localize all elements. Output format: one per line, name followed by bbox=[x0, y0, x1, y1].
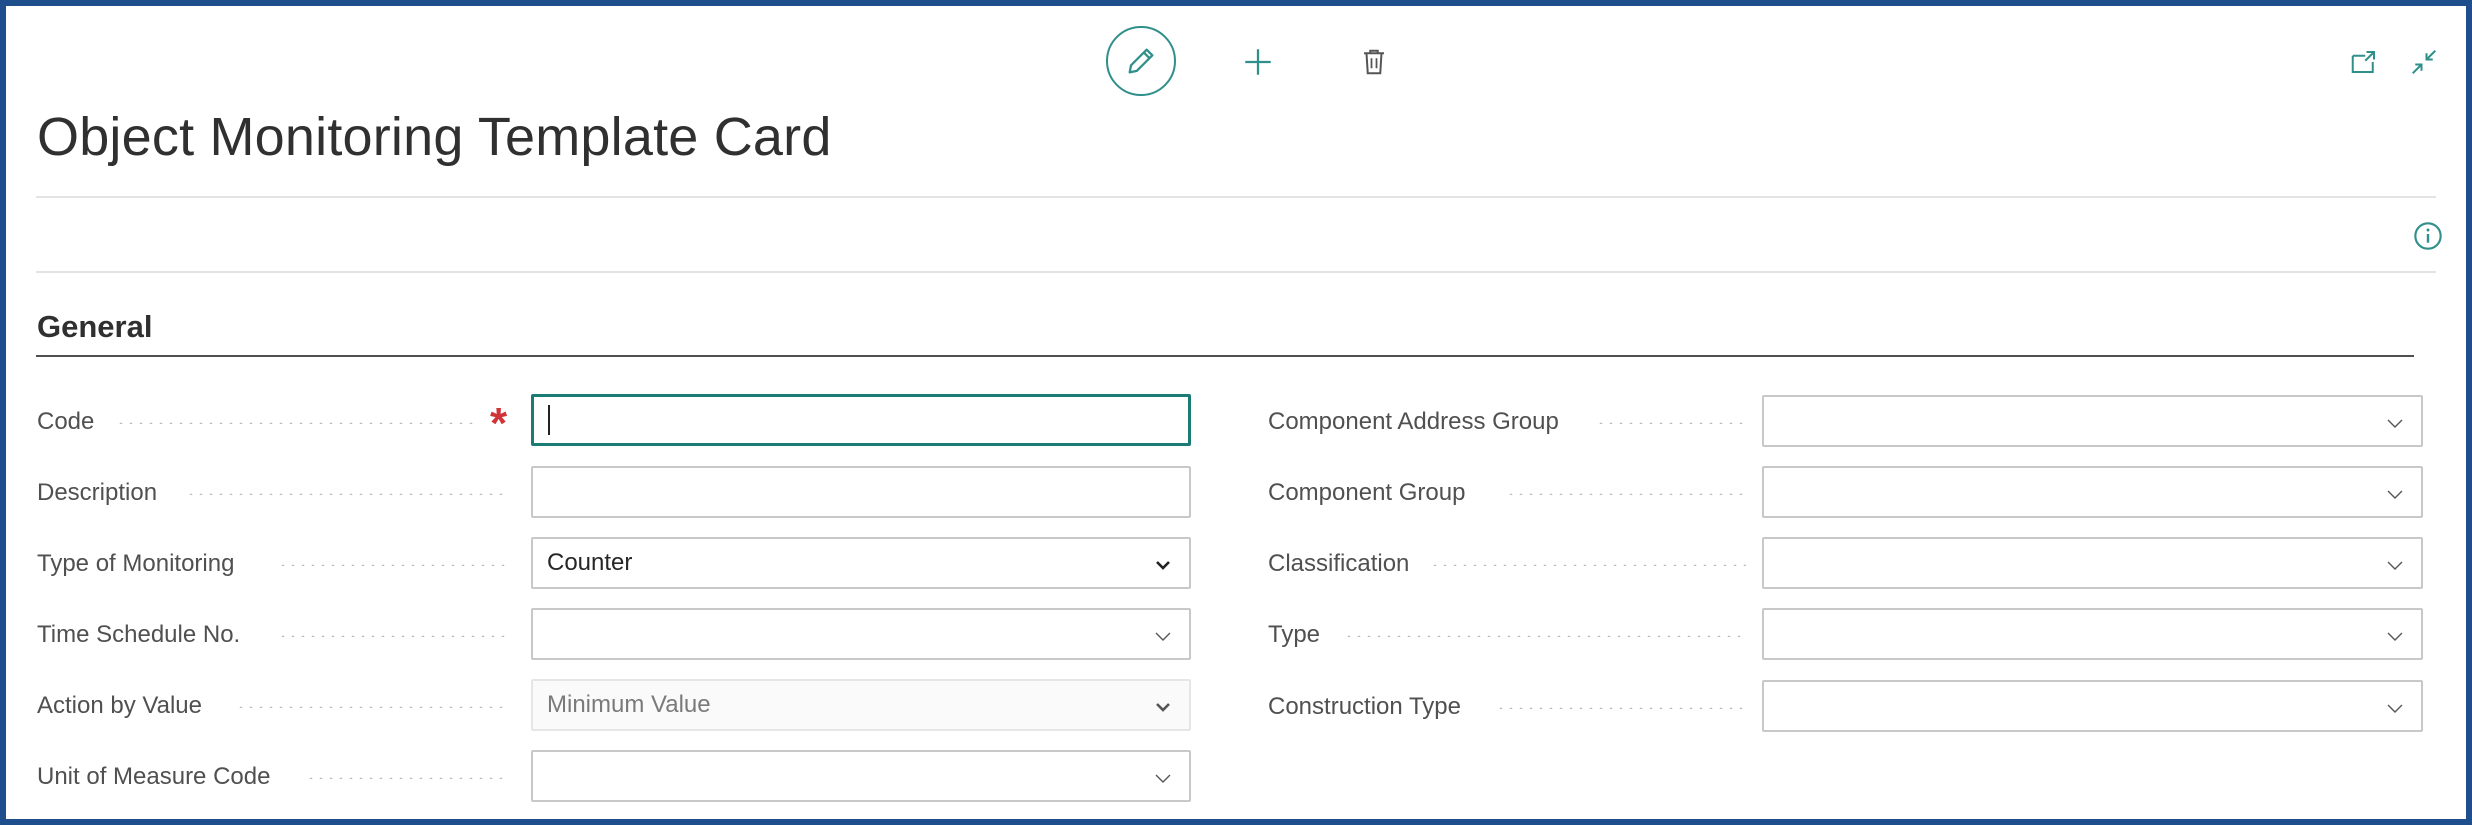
edit-button[interactable] bbox=[1106, 26, 1176, 96]
section-title-general[interactable]: General bbox=[37, 309, 152, 345]
type-lookup[interactable] bbox=[1762, 608, 2423, 660]
pencil-icon bbox=[1128, 48, 1154, 74]
chevron-down-icon bbox=[1156, 703, 1170, 712]
collapse-button[interactable] bbox=[2404, 42, 2444, 82]
title-divider bbox=[36, 196, 2436, 198]
info-button[interactable] bbox=[2410, 218, 2446, 254]
component-address-group-lookup[interactable] bbox=[1762, 395, 2423, 447]
delete-button[interactable] bbox=[1354, 42, 1394, 82]
chevron-down-icon bbox=[2387, 490, 2403, 499]
open-new-window-button[interactable] bbox=[2344, 42, 2384, 82]
leader-dots bbox=[1506, 493, 1746, 495]
leader-dots bbox=[236, 706, 506, 708]
time-schedule-no-lookup[interactable] bbox=[531, 608, 1191, 660]
construction-type-lookup[interactable] bbox=[1762, 680, 2423, 732]
chevron-down-icon bbox=[1155, 632, 1171, 641]
action-by-value-select: Minimum Value bbox=[531, 679, 1191, 731]
leader-dots bbox=[1496, 707, 1746, 709]
info-icon bbox=[2414, 222, 2442, 250]
classification-label: Classification bbox=[1268, 550, 1410, 577]
trash-icon bbox=[1364, 49, 1384, 75]
leader-dots bbox=[1596, 422, 1746, 424]
leader-dots bbox=[1430, 564, 1746, 566]
card-page: Object Monitoring Template Card General … bbox=[0, 0, 2472, 825]
code-label: Code bbox=[37, 408, 95, 435]
type-of-monitoring-select[interactable]: Counter bbox=[531, 537, 1191, 589]
factbox-divider bbox=[36, 271, 2436, 273]
leader-dots bbox=[278, 564, 506, 566]
type-label: Type bbox=[1268, 621, 1321, 648]
description-label: Description bbox=[37, 479, 158, 506]
leader-dots bbox=[306, 777, 506, 779]
text-cursor bbox=[548, 405, 550, 435]
description-input[interactable] bbox=[531, 466, 1191, 518]
chevron-down-icon bbox=[2387, 704, 2403, 713]
leader-dots bbox=[1344, 635, 1746, 637]
type-of-monitoring-value: Counter bbox=[547, 549, 633, 576]
action-by-value-value: Minimum Value bbox=[547, 691, 711, 718]
chevron-down-icon bbox=[1156, 561, 1170, 570]
code-input[interactable] bbox=[531, 394, 1191, 446]
unit-of-measure-code-lookup[interactable] bbox=[531, 750, 1191, 802]
section-divider bbox=[36, 355, 2414, 357]
component-address-group-label: Component Address Group bbox=[1268, 408, 1559, 435]
new-button[interactable] bbox=[1238, 42, 1278, 82]
chevron-down-icon bbox=[2387, 632, 2403, 641]
open-in-new-window-icon bbox=[2351, 51, 2375, 73]
required-indicator: * bbox=[490, 399, 508, 448]
leader-dots bbox=[278, 635, 506, 637]
leader-dots bbox=[186, 493, 506, 495]
component-group-lookup[interactable] bbox=[1762, 466, 2423, 518]
page-title: Object Monitoring Template Card bbox=[37, 107, 832, 167]
collapse-icon bbox=[2412, 50, 2436, 74]
classification-lookup[interactable] bbox=[1762, 537, 2423, 589]
component-group-label: Component Group bbox=[1268, 479, 1466, 506]
unit-of-measure-code-label: Unit of Measure Code bbox=[37, 763, 271, 790]
action-by-value-label: Action by Value bbox=[37, 692, 202, 719]
leader-dots bbox=[116, 422, 476, 424]
chevron-down-icon bbox=[2387, 561, 2403, 570]
type-of-monitoring-label: Type of Monitoring bbox=[37, 550, 235, 577]
plus-icon bbox=[1245, 49, 1271, 75]
chevron-down-icon bbox=[1155, 774, 1171, 783]
chevron-down-icon bbox=[2387, 419, 2403, 428]
time-schedule-no-label: Time Schedule No. bbox=[37, 621, 241, 648]
construction-type-label: Construction Type bbox=[1268, 693, 1461, 720]
